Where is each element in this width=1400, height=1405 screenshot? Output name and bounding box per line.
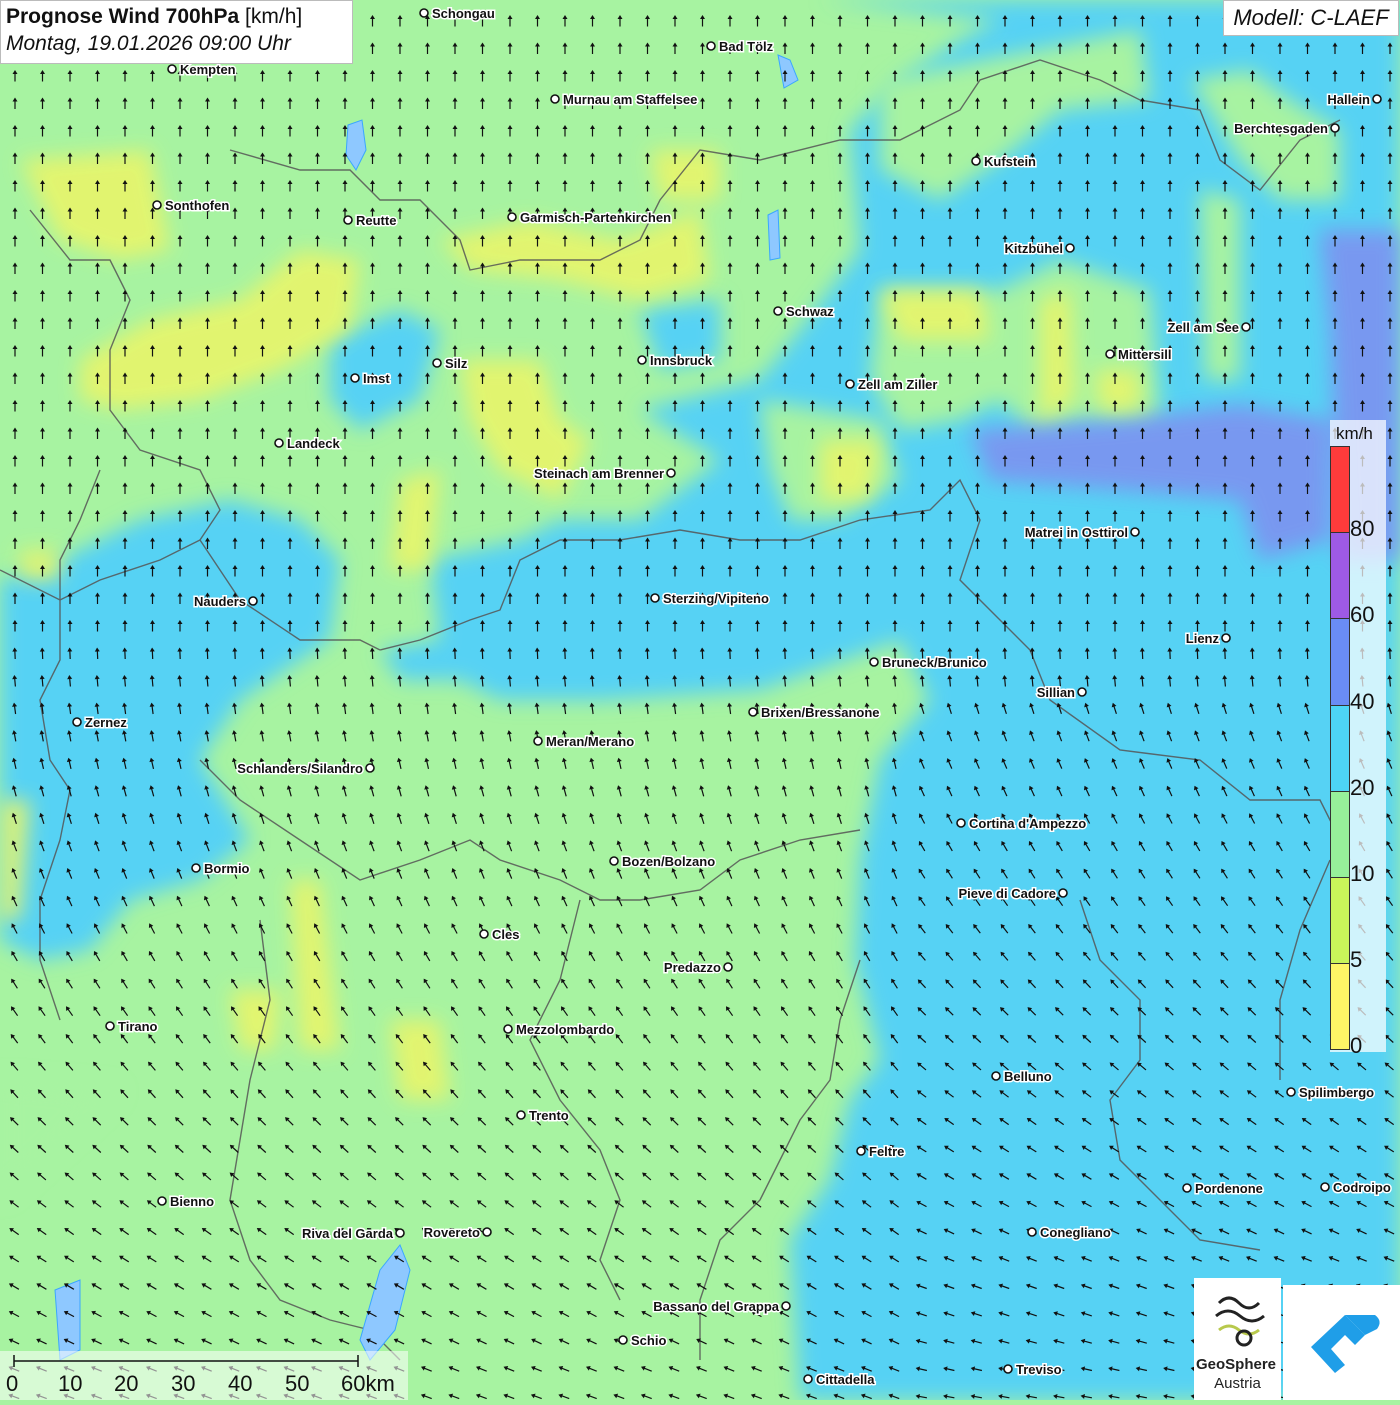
wind-map: SchongauBad TölzKemptenMurnau am Staffel… xyxy=(0,0,1400,1400)
